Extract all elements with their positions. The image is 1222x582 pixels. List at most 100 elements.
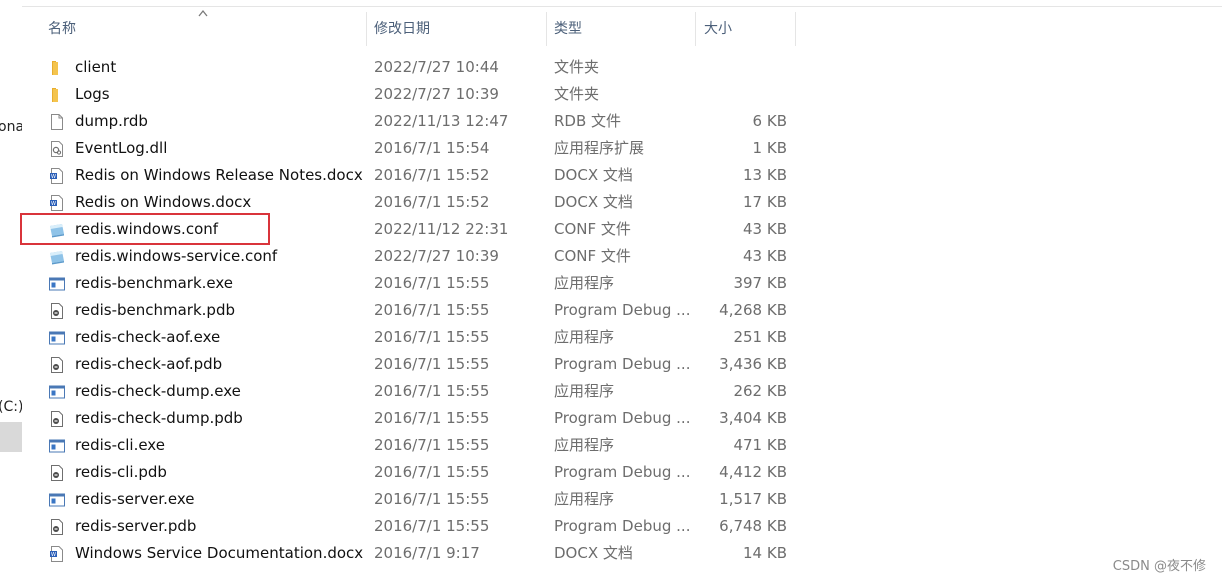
- file-row[interactable]: client 2022/7/27 10:44 文件夹: [22, 54, 802, 81]
- file-row-highlighted[interactable]: redis.windows.conf 2022/11/12 22:31 CONF 文…: [22, 216, 802, 243]
- pdb-file-icon: [48, 410, 66, 428]
- file-type: DOCX 文档: [554, 166, 633, 184]
- file-type: 应用程序: [554, 436, 615, 454]
- file-modified-date: 2016/7/1 15:55: [374, 409, 490, 427]
- file-modified-date: 2016/7/1 15:55: [374, 274, 490, 292]
- file-type: 应用程序扩展: [554, 139, 645, 157]
- watermark: CSDN @夜不修: [1112, 559, 1206, 574]
- file-name: redis-benchmark.exe: [75, 274, 234, 292]
- file-type: DOCX 文档: [554, 193, 633, 211]
- conf-file-icon: [48, 221, 66, 239]
- file-type: Program Debug ...: [554, 301, 691, 319]
- file-row[interactable]: redis.windows-service.conf 2022/7/27 10:3…: [22, 243, 802, 270]
- file-name: redis-cli.exe: [75, 436, 165, 454]
- nav-item-drive-c[interactable]: (C:): [0, 399, 22, 415]
- file-size: 4,412 KB: [719, 463, 787, 481]
- file-row[interactable]: Logs 2022/7/27 10:39 文件夹: [22, 81, 802, 108]
- file-row[interactable]: dump.rdb 2022/11/13 12:47 RDB 文件 6 KB: [22, 108, 802, 135]
- docx-file-icon: W: [48, 545, 66, 563]
- file-row[interactable]: redis-benchmark.pdb 2016/7/1 15:55 Program…: [22, 297, 802, 324]
- file-row[interactable]: redis-check-aof.pdb 2016/7/1 15:55 Program…: [22, 351, 802, 378]
- file-name: redis-server.exe: [75, 490, 195, 508]
- svg-text:W: W: [51, 552, 56, 558]
- column-header-modified[interactable]: 修改日期: [348, 12, 528, 46]
- exe-file-icon: [48, 275, 66, 293]
- file-type: 文件夹: [554, 58, 600, 76]
- file-size: 43 KB: [743, 247, 787, 265]
- file-size: 251 KB: [733, 328, 787, 346]
- file-name: redis-cli.pdb: [75, 463, 167, 481]
- file-row[interactable]: redis-cli.exe 2016/7/1 15:55 应用程序 471 KB: [22, 432, 802, 459]
- file-name: redis-check-aof.pdb: [75, 355, 223, 373]
- file-row[interactable]: redis-check-dump.pdb 2016/7/1 15:55 Progra…: [22, 405, 802, 432]
- blank-file-icon: [48, 113, 66, 131]
- exe-file-icon: [48, 383, 66, 401]
- file-modified-date: 2016/7/1 15:55: [374, 382, 490, 400]
- column-resize-handle[interactable]: [795, 12, 796, 46]
- folder-icon: [48, 59, 66, 77]
- file-modified-date: 2016/7/1 15:55: [374, 328, 490, 346]
- file-row[interactable]: W Redis on Windows Release Notes.docx 2016…: [22, 162, 802, 189]
- file-type: 应用程序: [554, 274, 615, 292]
- folder-icon: [48, 86, 66, 104]
- exe-file-icon: [48, 329, 66, 347]
- file-modified-date: 2016/7/1 15:55: [374, 355, 490, 373]
- column-header-name[interactable]: 名称: [22, 12, 366, 46]
- pdb-file-icon: [48, 518, 66, 536]
- file-modified-date: 2022/7/27 10:39: [374, 247, 499, 265]
- file-size: 262 KB: [733, 382, 787, 400]
- file-name: redis-check-dump.exe: [75, 382, 241, 400]
- file-row[interactable]: redis-server.pdb 2016/7/1 15:55 Program De…: [22, 513, 802, 540]
- file-name: redis.windows.conf: [75, 220, 219, 238]
- file-name: dump.rdb: [75, 112, 148, 130]
- file-size: 1,517 KB: [719, 490, 787, 508]
- file-name: Redis on Windows.docx: [75, 193, 252, 211]
- file-size: 17 KB: [743, 193, 787, 211]
- file-row[interactable]: redis-benchmark.exe 2016/7/1 15:55 应用程序 397…: [22, 270, 802, 297]
- file-type: Program Debug ...: [554, 463, 691, 481]
- nav-selected-item[interactable]: [0, 422, 22, 452]
- file-size: 3,436 KB: [719, 355, 787, 373]
- nav-item-partial[interactable]: ona: [0, 119, 22, 135]
- file-row[interactable]: redis-check-dump.exe 2016/7/1 15:55 应用程序 26…: [22, 378, 802, 405]
- column-header-size[interactable]: 大小: [678, 12, 778, 46]
- file-name: EventLog.dll: [75, 139, 168, 157]
- file-size: 6 KB: [752, 112, 787, 130]
- pdb-file-icon: [48, 302, 66, 320]
- file-type: 应用程序: [554, 328, 615, 346]
- file-row[interactable]: EventLog.dll 2016/7/1 15:54 应用程序扩展 1 KB: [22, 135, 802, 162]
- file-name: redis-server.pdb: [75, 517, 197, 535]
- file-size: 43 KB: [743, 220, 787, 238]
- file-row[interactable]: redis-cli.pdb 2016/7/1 15:55 Program Debug…: [22, 459, 802, 486]
- column-header-type[interactable]: 类型: [528, 12, 678, 46]
- pdb-file-icon: [48, 356, 66, 374]
- file-type: Program Debug ...: [554, 517, 691, 535]
- file-name: redis-benchmark.pdb: [75, 301, 235, 319]
- file-type: Program Debug ...: [554, 355, 691, 373]
- file-name: redis-check-dump.pdb: [75, 409, 243, 427]
- column-header-row: 名称 修改日期 类型 大小: [22, 12, 1222, 46]
- file-modified-date: 2016/7/1 15:55: [374, 490, 490, 508]
- file-row[interactable]: W Windows Service Documentation.docx 2016/…: [22, 540, 802, 567]
- file-type: CONF 文件: [554, 247, 631, 265]
- file-size: 471 KB: [733, 436, 787, 454]
- docx-file-icon: W: [48, 167, 66, 185]
- navigation-pane: ona (C:): [0, 0, 22, 582]
- file-name: client: [75, 58, 117, 76]
- file-type: 文件夹: [554, 85, 600, 103]
- file-modified-date: 2022/7/27 10:39: [374, 85, 499, 103]
- file-row[interactable]: redis-check-aof.exe 2016/7/1 15:55 应用程序 251…: [22, 324, 802, 351]
- file-type: Program Debug ...: [554, 409, 691, 427]
- file-row[interactable]: redis-server.exe 2016/7/1 15:55 应用程序 1,517 …: [22, 486, 802, 513]
- file-modified-date: 2022/11/12 22:31: [374, 220, 509, 238]
- exe-file-icon: [48, 491, 66, 509]
- file-modified-date: 2016/7/1 9:17: [374, 544, 480, 562]
- file-modified-date: 2022/11/13 12:47: [374, 112, 509, 130]
- pdb-file-icon: [48, 464, 66, 482]
- file-size: 13 KB: [743, 166, 787, 184]
- file-size: 1 KB: [752, 139, 787, 157]
- file-size: 4,268 KB: [719, 301, 787, 319]
- file-name: Logs: [75, 85, 110, 103]
- file-name: Redis on Windows Release Notes.docx: [75, 166, 363, 184]
- file-row[interactable]: W Redis on Windows.docx 2016/7/1 15:52 DOCX…: [22, 189, 802, 216]
